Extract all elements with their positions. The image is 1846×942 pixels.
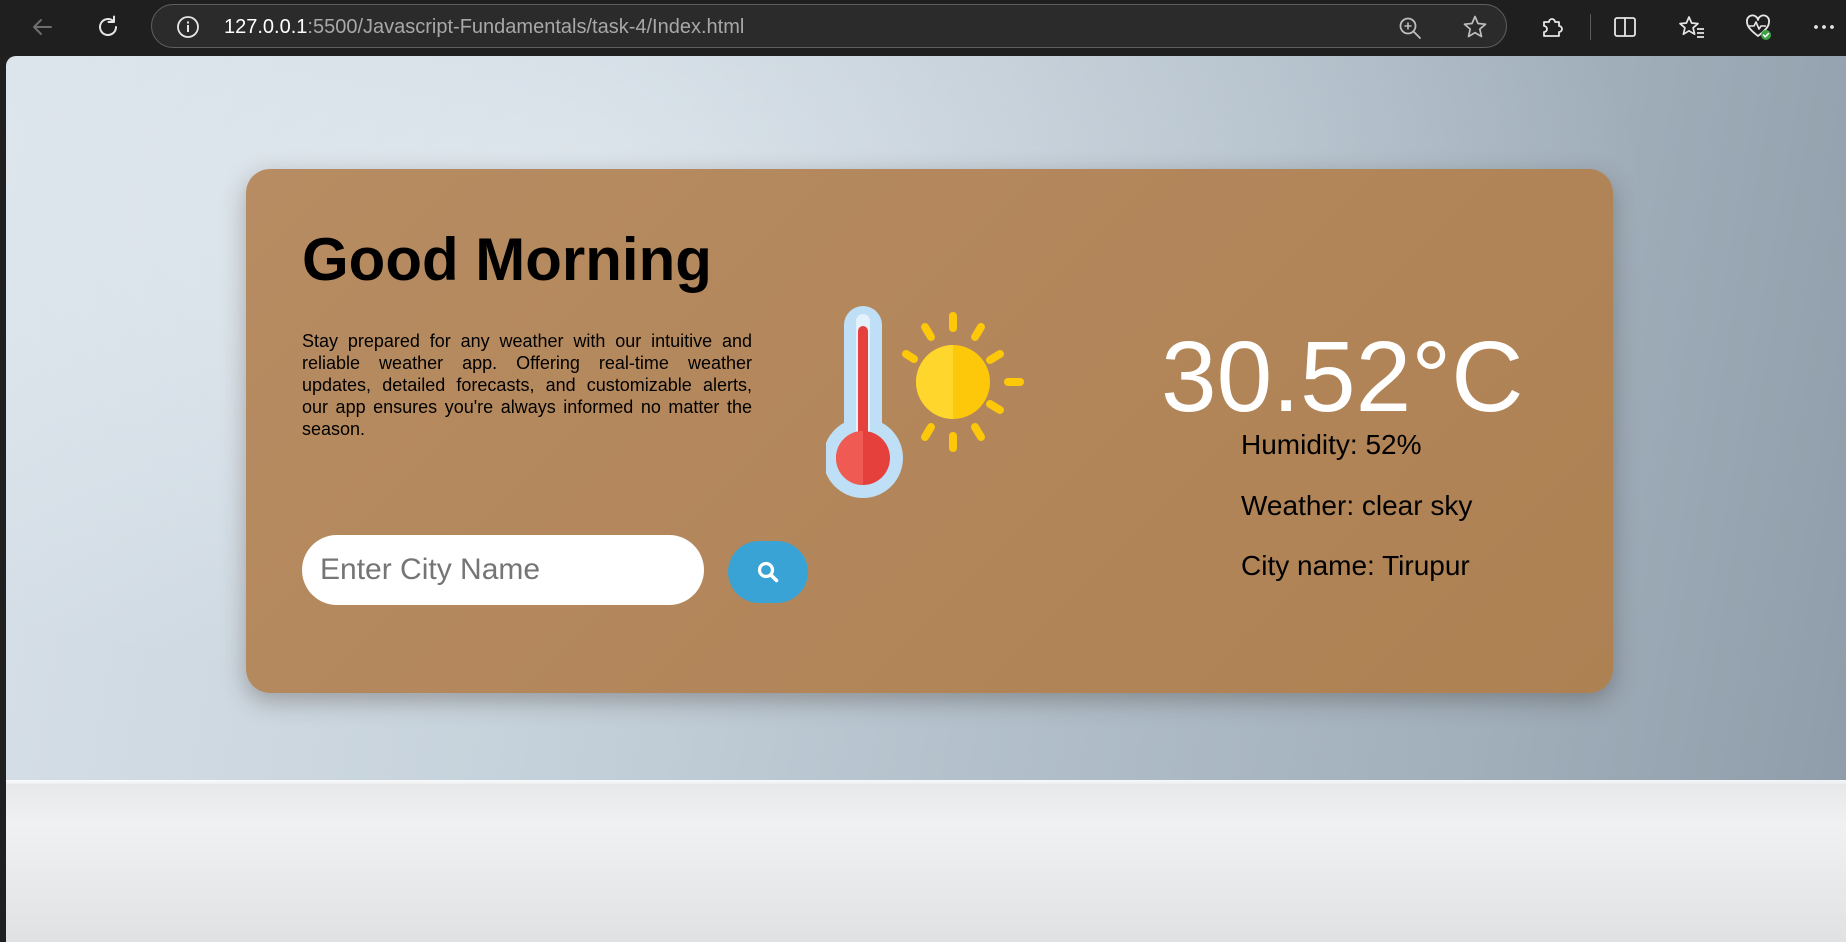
humidity-text: Humidity: 52% (1241, 429, 1422, 460)
browser-essentials-button[interactable] (1738, 8, 1778, 46)
city-name-text: City name: Tirupur (1241, 550, 1470, 581)
weather-card: Good Morning Stay prepared for any weath… (246, 169, 1613, 693)
city-search-input[interactable] (302, 535, 704, 605)
background-floor (6, 784, 1846, 942)
refresh-icon (99, 15, 117, 36)
refresh-button[interactable] (88, 8, 128, 46)
puzzle-icon (1543, 18, 1563, 37)
split-screen-button[interactable] (1605, 8, 1645, 46)
browser-toolbar: 127.0.0.1:5500/Javascript-Fundamentals/t… (0, 0, 1846, 56)
temperature-value: 30.52°C (1161, 321, 1524, 433)
extensions-button[interactable] (1532, 8, 1572, 46)
app-description: Stay prepared for any weather with our i… (302, 331, 752, 439)
more-icon (1814, 25, 1834, 29)
site-info-button[interactable] (176, 15, 200, 39)
favorites-button[interactable] (1672, 8, 1712, 46)
address-bar[interactable]: 127.0.0.1:5500/Javascript-Fundamentals/t… (151, 4, 1507, 48)
toolbar-divider (1590, 14, 1591, 40)
split-screen-icon (1614, 17, 1636, 37)
url-text[interactable]: 127.0.0.1:5500/Javascript-Fundamentals/t… (224, 16, 744, 39)
greeting-heading: Good Morning (302, 226, 712, 293)
thermometer-sun-icon (826, 306, 1024, 498)
back-arrow-icon (33, 19, 52, 35)
search-button[interactable] (728, 541, 808, 603)
more-menu-button[interactable] (1804, 8, 1844, 46)
url-host: 127.0.0.1 (224, 16, 308, 38)
heart-pulse-icon (1746, 14, 1771, 40)
page-viewport: Good Morning Stay prepared for any weath… (6, 56, 1846, 942)
search-icon (757, 561, 779, 583)
url-path: :5500/Javascript-Fundamentals/task-4/Ind… (307, 16, 745, 38)
weather-condition-text: Weather: clear sky (1241, 490, 1473, 521)
favorites-icon (1679, 16, 1704, 38)
zoom-in-icon[interactable] (1397, 15, 1423, 41)
star-icon[interactable] (1462, 14, 1488, 40)
info-icon (177, 16, 199, 38)
back-button[interactable] (22, 8, 62, 46)
